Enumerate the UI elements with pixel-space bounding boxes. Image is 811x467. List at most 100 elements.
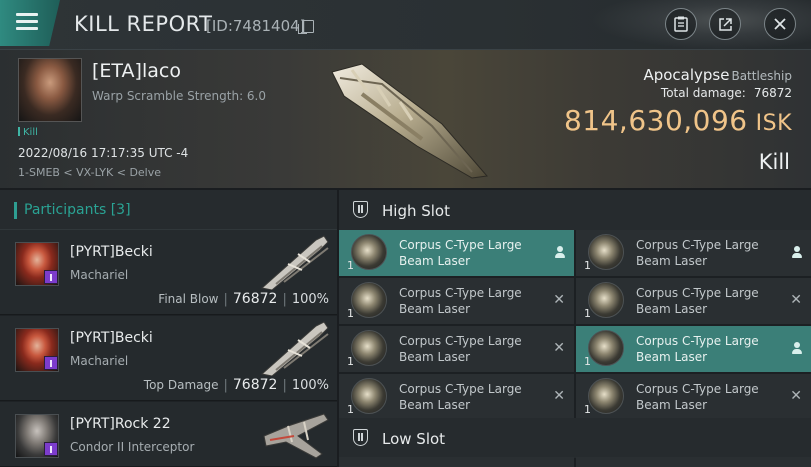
victim-name[interactable]: [ETA]laco: [92, 60, 181, 82]
clipboard-button[interactable]: [665, 8, 697, 40]
victim-ship-name[interactable]: Apocalypse: [643, 66, 729, 84]
module-name: Corpus C-Type Large Beam Laser: [399, 382, 522, 412]
module-quantity: 1: [584, 355, 591, 368]
module-item[interactable]: 1 Corpus C-Type Large Beam Laser ✕: [339, 326, 574, 372]
laser-module-icon: [351, 282, 387, 318]
participants-count: [3]: [110, 202, 131, 218]
module-name: Corpus C-Type Large Beam Laser: [399, 334, 522, 364]
report-id: [ID:7481404]: [206, 17, 306, 35]
participants-panel: Participants [3] [PYRT]Becki Machariel F…: [0, 190, 337, 467]
participant-role: Top Damage: [143, 378, 219, 392]
kill-result: Kill: [758, 150, 790, 174]
pilot-icon: [792, 342, 802, 355]
destroyed-x-icon: ✕: [790, 292, 802, 308]
participant-row[interactable]: [PYRT]Becki Machariel Final Blow | 76872 | 1…: [0, 230, 337, 315]
participant-ship-image[interactable]: [258, 234, 332, 290]
module-item[interactable]: 1 Corpus C-Type Large Beam Laser ✕: [339, 278, 574, 324]
laser-module-icon: [351, 378, 387, 414]
high-slot-label: High Slot: [382, 202, 450, 220]
alliance-badge-icon: [44, 442, 58, 456]
victim-portrait[interactable]: [18, 58, 82, 122]
module-name: Corpus C-Type Large Beam Laser: [636, 334, 759, 364]
module-item[interactable]: 1 Corpus C-Type Large Beam Laser: [576, 326, 811, 372]
participant-role: Final Blow: [158, 292, 219, 306]
participant-row[interactable]: [PYRT]Rock 22 Condor II Interceptor: [0, 402, 337, 467]
pilot-icon: [792, 246, 802, 259]
participant-name[interactable]: [PYRT]Becki: [70, 330, 153, 346]
menu-button[interactable]: [0, 0, 60, 46]
high-slot-icon: [353, 201, 368, 218]
kill-location[interactable]: 1-SMEB < VX-LYK < Delve: [18, 166, 161, 179]
participant-damage: 76872: [232, 291, 278, 307]
destroyed-x-icon: ✕: [790, 388, 802, 404]
module-item[interactable]: 1 Corpus C-Type Large Beam Laser: [576, 230, 811, 276]
clipboard-icon: [674, 16, 688, 32]
participants-label: Participants: [24, 202, 107, 218]
isk-unit: ISK: [755, 111, 792, 136]
laser-module-icon: [588, 378, 624, 414]
module-name: Corpus C-Type Large Beam Laser: [636, 286, 759, 316]
participant-ship: Condor II Interceptor: [70, 440, 195, 454]
high-slot-header[interactable]: High Slot: [339, 190, 811, 230]
module-quantity: 1: [584, 259, 591, 272]
kill-datetime: 2022/08/16 17:17:35 UTC -4: [18, 146, 189, 160]
copy-icon[interactable]: [298, 20, 314, 34]
share-button[interactable]: [709, 8, 741, 40]
laser-module-icon: [351, 330, 387, 366]
participants-header: Participants [3]: [0, 190, 337, 230]
module-quantity: 1: [584, 307, 591, 320]
low-slot-header[interactable]: Low Slot: [339, 418, 811, 458]
fitting-panel: High Slot 1 Corpus C-Type Large Beam Las…: [339, 190, 811, 467]
isk-value: 814,630,096: [563, 104, 748, 137]
low-slot-label: Low Slot: [382, 430, 446, 448]
top-bar: KILL REPORT [ID:7481404]: [0, 0, 811, 50]
module-item[interactable]: 1 Corpus C-Type Large Beam Laser ✕: [576, 374, 811, 420]
share-icon: [718, 17, 732, 31]
participant-ship-image[interactable]: [258, 406, 332, 462]
pilot-icon: [555, 246, 565, 259]
destroyed-x-icon: ✕: [553, 292, 565, 308]
laser-module-icon: [351, 234, 387, 270]
module-item[interactable]: [339, 457, 574, 467]
module-quantity: 1: [347, 355, 354, 368]
alliance-badge-icon: [44, 270, 58, 284]
total-damage-label: Total damage:: [660, 86, 746, 100]
victim-ship-image[interactable]: [322, 54, 502, 184]
module-item[interactable]: 1 Corpus C-Type Large Beam Laser ✕: [576, 278, 811, 324]
low-slot-icon: [353, 429, 368, 446]
module-quantity: 1: [347, 307, 354, 320]
module-item[interactable]: 1 Corpus C-Type Large Beam Laser: [339, 230, 574, 276]
participant-percent: 100%: [291, 378, 329, 393]
module-quantity: 1: [584, 403, 591, 416]
warp-scramble-strength: Warp Scramble Strength: 6.0: [92, 89, 267, 103]
participant-row[interactable]: [PYRT]Becki Machariel Top Damage | 76872 | 1…: [0, 316, 337, 401]
total-damage-value: 76872: [753, 86, 792, 100]
page-title: KILL REPORT: [74, 12, 213, 36]
module-name: Corpus C-Type Large Beam Laser: [636, 238, 759, 268]
laser-module-icon: [588, 234, 624, 270]
participant-name[interactable]: [PYRT]Rock 22: [70, 416, 171, 432]
hamburger-icon: [16, 13, 38, 16]
victim-banner: [ETA]laco Warp Scramble Strength: 6.0 Ki…: [0, 50, 811, 188]
close-icon: [774, 18, 786, 30]
participant-percent: 100%: [291, 292, 329, 307]
module-name: Corpus C-Type Large Beam Laser: [399, 286, 522, 316]
module-item[interactable]: [576, 457, 811, 467]
close-button[interactable]: [764, 8, 796, 40]
destroyed-x-icon: ✕: [553, 340, 565, 356]
laser-module-icon: [588, 330, 624, 366]
participant-ship: Machariel: [70, 268, 129, 282]
kill-tag: Kill: [18, 127, 38, 138]
participant-ship-image[interactable]: [258, 320, 332, 376]
module-name: Corpus C-Type Large Beam Laser: [399, 238, 522, 268]
module-quantity: 1: [347, 403, 354, 416]
participant-name[interactable]: [PYRT]Becki: [70, 244, 153, 260]
module-name: Corpus C-Type Large Beam Laser: [636, 382, 759, 412]
module-quantity: 1: [347, 259, 354, 272]
module-item[interactable]: 1 Corpus C-Type Large Beam Laser ✕: [339, 374, 574, 420]
alliance-badge-icon: [44, 356, 58, 370]
participant-damage: 76872: [232, 377, 278, 393]
victim-ship-class: Battleship: [731, 69, 792, 83]
laser-module-icon: [588, 282, 624, 318]
participant-ship: Machariel: [70, 354, 129, 368]
